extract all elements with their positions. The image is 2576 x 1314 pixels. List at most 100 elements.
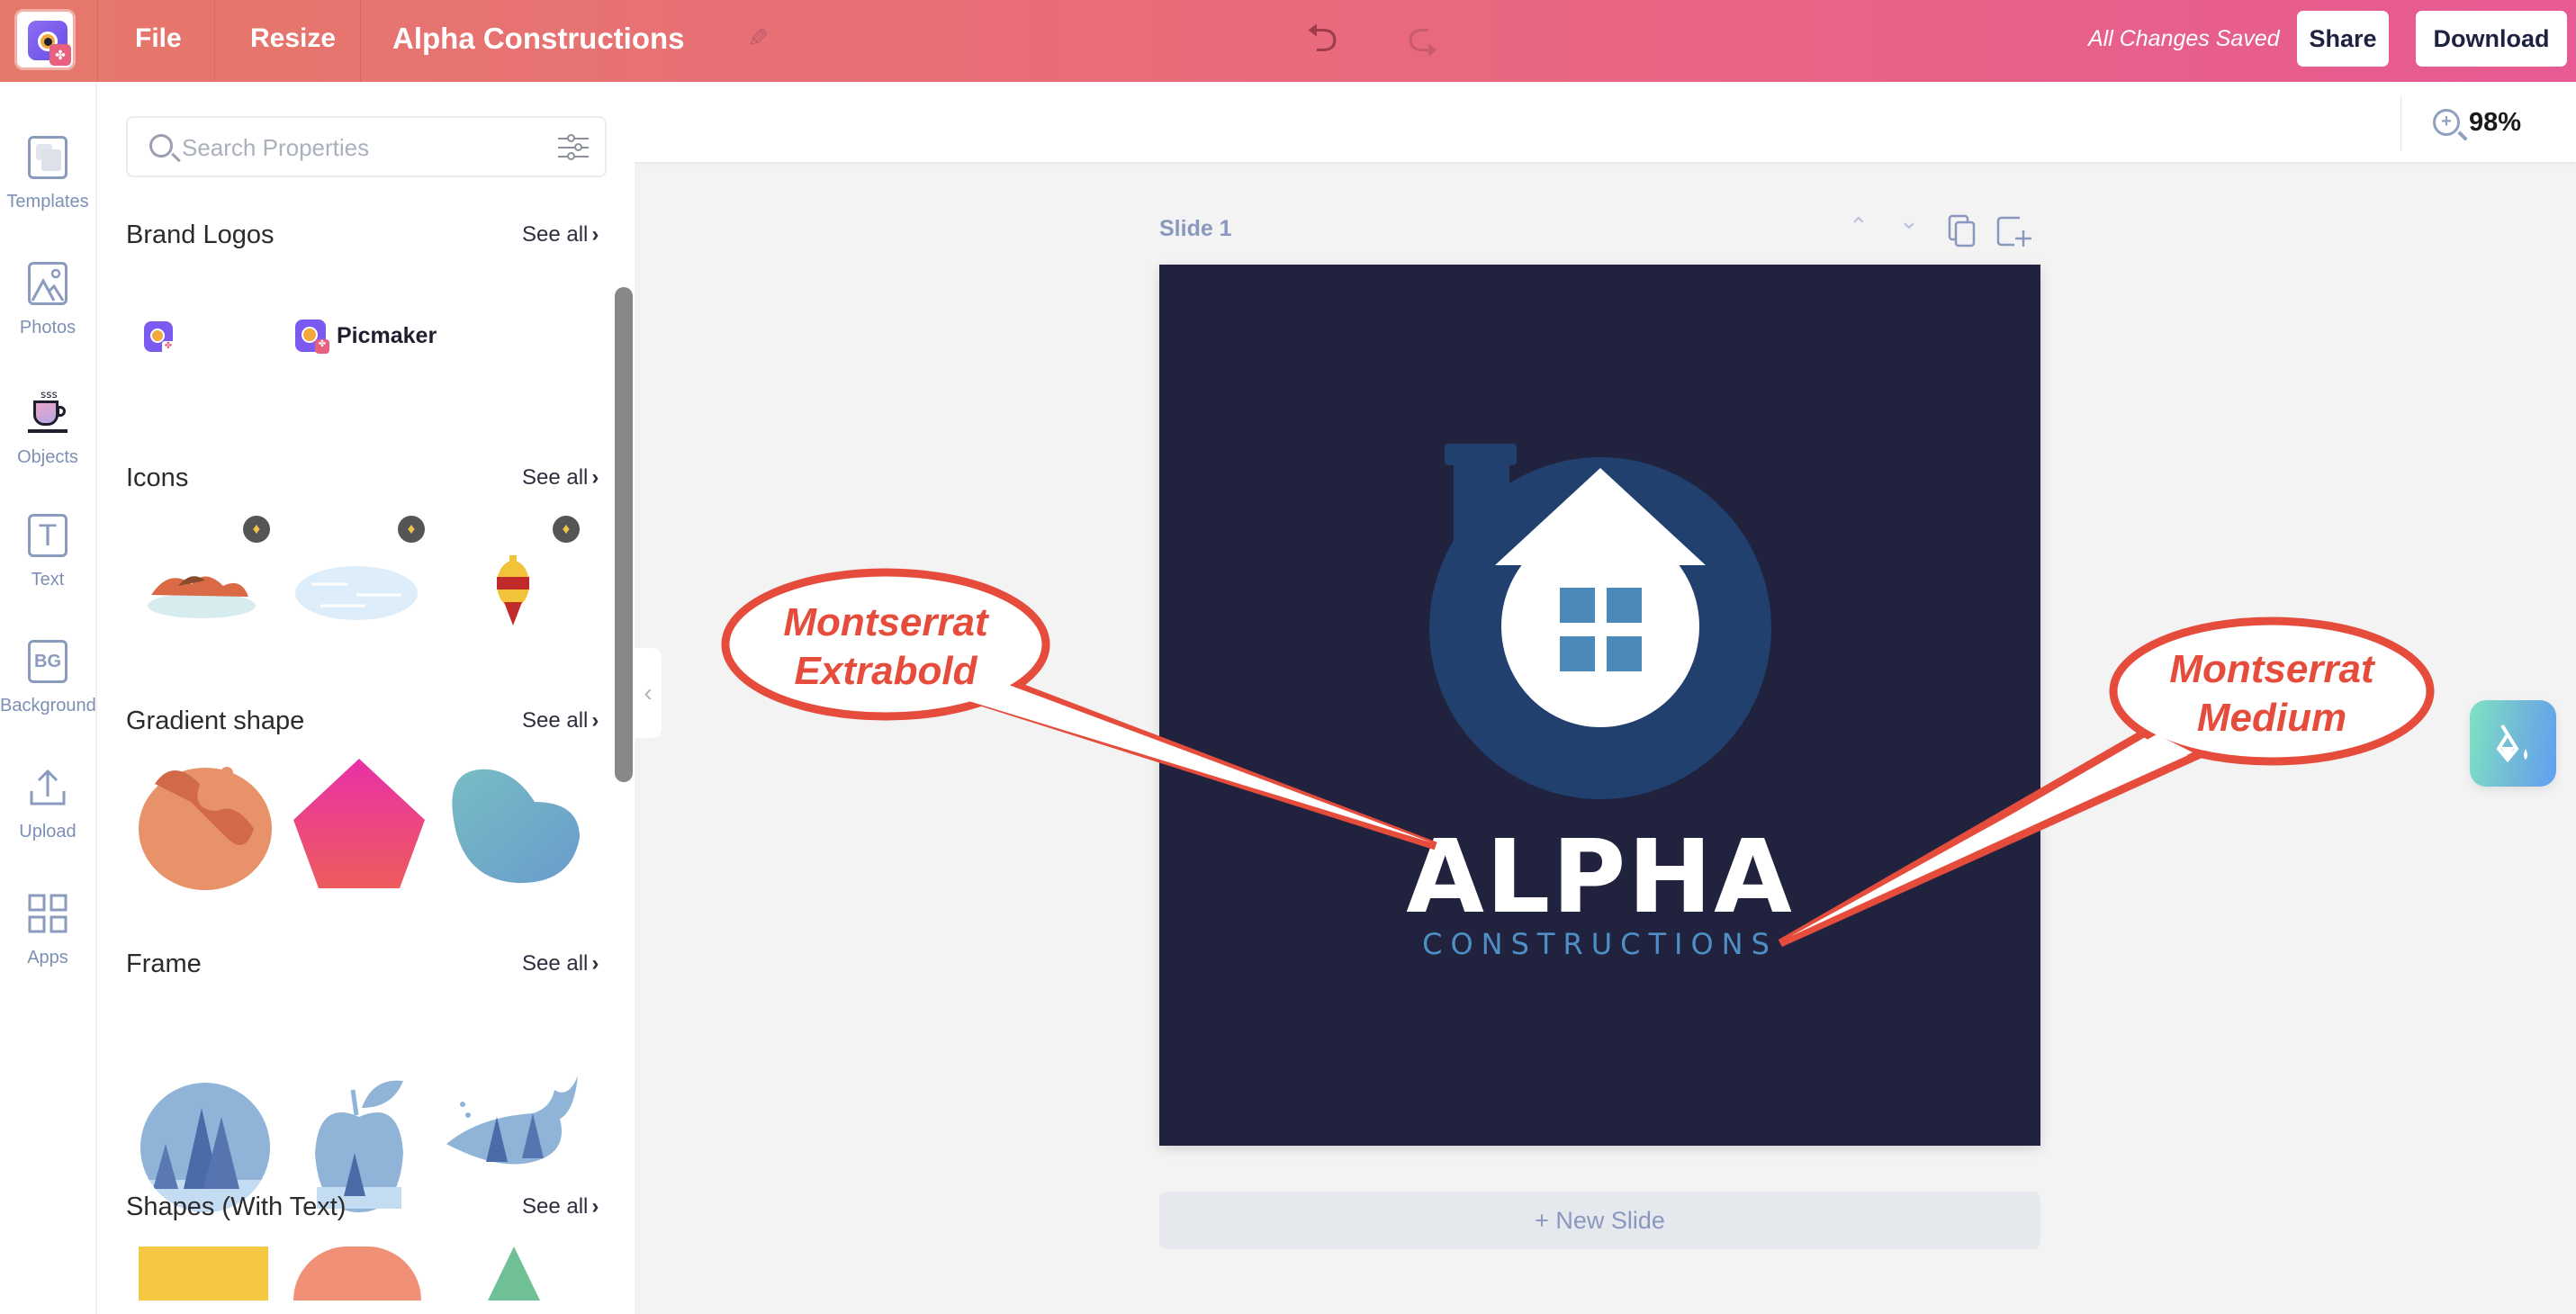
slide-label: Slide 1 [1159,216,1232,241]
templates-icon [28,136,68,179]
logo-subtitle-text[interactable]: CONSTRUCTIONS [1159,927,2040,961]
see-all-icons[interactable]: See all › [522,465,599,490]
share-button[interactable]: Share [2297,11,2389,67]
save-status: All Changes Saved [2088,26,2280,51]
premium-badge-icon: ♦ [553,516,580,543]
upload-icon [28,766,68,809]
panel-scrollbar[interactable] [615,287,633,782]
tool-sidebar: Templates Photos ꜱꜱꜱ Objects T Text BG B… [0,82,97,1314]
header-divider [97,0,98,82]
cloud-icon[interactable] [293,559,419,622]
chevron-right-icon: › [591,951,599,976]
window-pane [1607,636,1642,671]
callout-bubble [721,568,1050,721]
window-pane [1560,636,1595,671]
chevron-right-icon: › [591,708,599,733]
undo-icon[interactable]: ⮌ [1300,16,1345,61]
toolbar-divider [2400,96,2401,150]
see-all-label: See all [522,222,589,247]
whale-forest-frame[interactable] [443,1072,583,1189]
section-title-frame: Frame [126,950,202,978]
search-icon [149,134,173,158]
house-logo-graphic[interactable] [1159,265,2040,1146]
collapse-panel-button[interactable]: ‹ [635,648,662,738]
section-title-brand-logos: Brand Logos [126,220,275,249]
see-all-brand-logos[interactable]: See all › [522,222,599,248]
zoom-in-icon[interactable]: + [2433,109,2460,136]
sidebar-item-objects[interactable]: ꜱꜱꜱ Objects [0,388,95,496]
section-title-gradient-shape: Gradient shape [126,706,305,735]
redo-icon[interactable]: ⮎ [1401,16,1446,61]
sidebar-item-background[interactable]: BG Background [0,640,96,748]
header-divider [214,0,215,82]
see-all-label: See all [522,708,589,733]
document-title[interactable]: Alpha Constructions [392,0,685,82]
callout-text: Montserrat [2169,647,2376,691]
zoom-control[interactable]: + 98% [2433,100,2521,145]
see-all-label: See all [522,1194,589,1219]
duplicate-slide-icon[interactable] [1948,214,1977,255]
resize-button[interactable]: Resize [250,0,336,82]
chevron-left-icon: ‹ [644,679,653,706]
canvas-toolbar: + 98% [635,82,2576,162]
green-triangle[interactable] [488,1246,540,1300]
move-slide-down-icon[interactable]: ⌄ [1899,207,1919,235]
color-palette-button[interactable] [2470,700,2556,787]
brand-logo-with-name[interactable]: ✤ Picmaker [292,316,454,357]
callout-bubble [2109,616,2435,766]
window-pane [1560,588,1595,623]
see-all-label: See all [522,465,589,490]
callout-text: Montserrat [783,600,990,644]
see-all-frame[interactable]: See all › [522,951,599,976]
sidebar-label: Objects [17,447,78,467]
sidebar-item-text[interactable]: T Text [0,514,95,622]
pink-pentagon[interactable] [292,759,427,890]
slide-canvas[interactable]: ALPHA CONSTRUCTIONS [1159,265,2040,1146]
properties-panel: Brand Logos See all› ✤ ✤ Picmaker Icons … [97,82,635,1314]
see-all-label: See all [522,951,589,976]
add-slide-icon[interactable] [1996,214,2032,255]
sidebar-label: Upload [19,822,77,842]
background-icon: BG [28,640,68,683]
paint-bucket-icon [2496,724,2527,763]
apps-grid-icon [28,892,68,935]
sidebar-item-upload[interactable]: Upload [0,766,95,874]
move-slide-up-icon[interactable]: ⌃ [1849,212,1869,240]
search-input[interactable] [182,127,542,168]
sidebar-item-photos[interactable]: Photos [0,262,95,370]
search-box [126,116,607,177]
top-header: ✤ File Resize Alpha Constructions ✎ ⮌ ⮎ … [0,0,2576,82]
salmon-semicircle[interactable] [293,1246,421,1300]
sidebar-item-templates[interactable]: Templates [0,136,95,244]
ornament-icon[interactable] [495,532,531,631]
yellow-rectangle[interactable] [139,1246,268,1300]
zoom-level[interactable]: 98% [2469,108,2521,138]
brand-name: Picmaker [337,323,437,348]
roast-food-icon[interactable] [142,550,259,622]
edit-title-pencil-icon[interactable]: ✎ [738,23,769,54]
see-all-shapes-with-text[interactable]: See all › [522,1194,599,1220]
sidebar-item-apps[interactable]: Apps [0,892,95,1000]
brand-logo-icon-only[interactable]: ✤ [140,320,176,356]
window-pane [1607,588,1642,623]
teal-blob[interactable] [445,766,583,888]
sidebar-label: Apps [27,948,68,968]
see-all-gradient-shape[interactable]: See all › [522,708,599,734]
new-slide-button[interactable]: + New Slide [1159,1192,2040,1249]
sidebar-label: Photos [19,318,77,338]
callout-text: Extrabold [795,649,978,693]
app-logo[interactable]: ✤ [14,9,76,70]
orange-blob[interactable] [137,757,277,892]
download-button[interactable]: Download [2416,11,2567,67]
chevron-right-icon: › [591,1194,599,1219]
file-menu-button[interactable]: File [135,0,182,82]
sidebar-label: Text [31,570,65,590]
premium-badge-icon: ♦ [243,516,270,543]
logo-badge-icon: ✤ [50,44,71,66]
objects-cup-icon: ꜱꜱꜱ [28,388,68,435]
logo-title-text[interactable]: ALPHA [1159,819,2040,936]
photo-icon [28,262,68,305]
callout-text: Medium [2197,696,2346,740]
filter-sliders-icon[interactable] [558,134,589,161]
text-icon: T [28,514,68,557]
